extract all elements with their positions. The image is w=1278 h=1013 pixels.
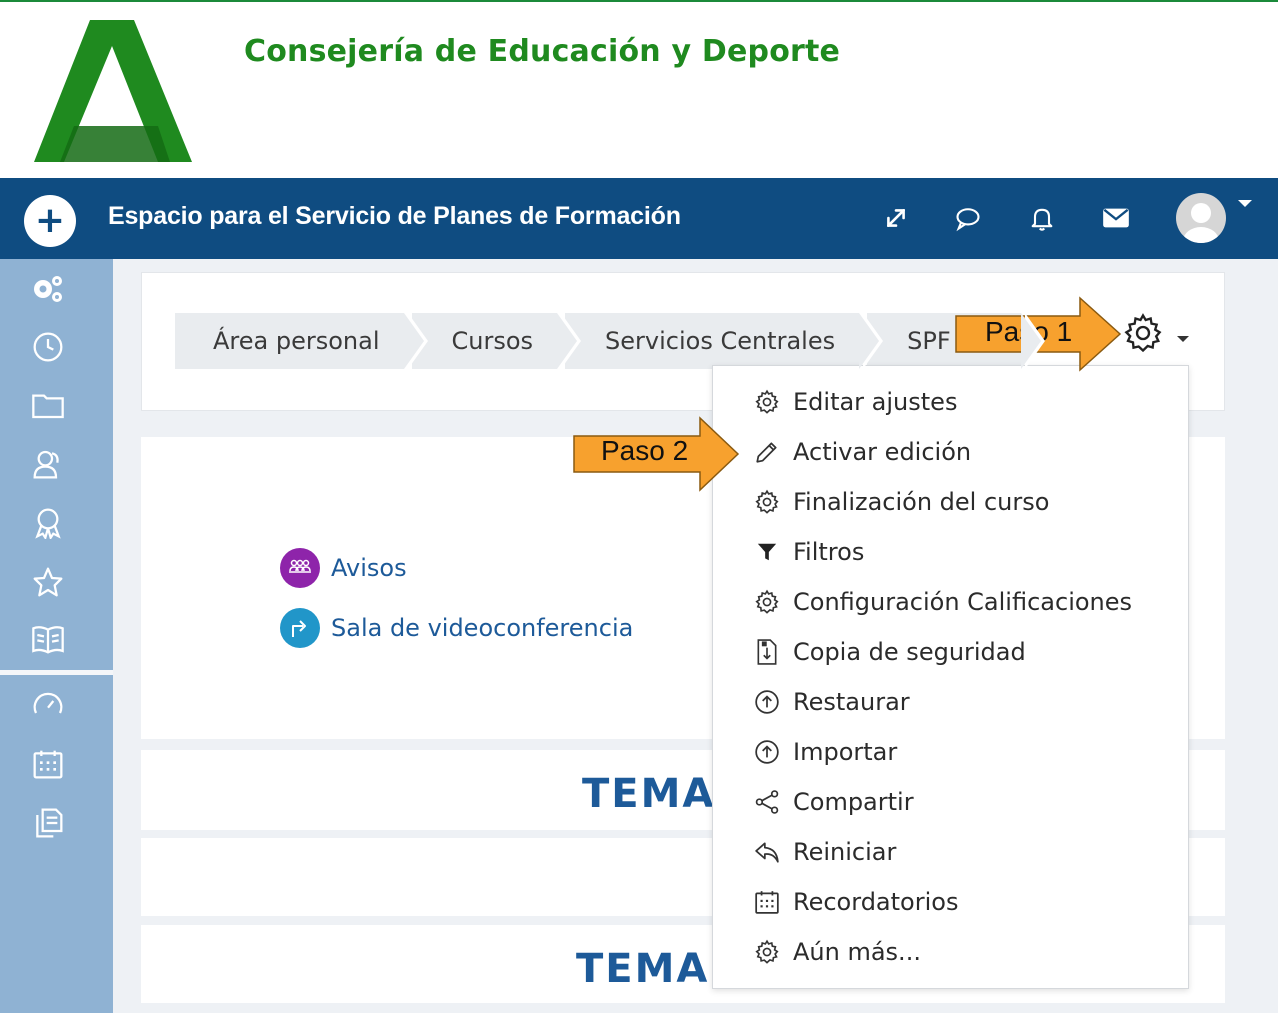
share-icon [753,788,781,816]
menu-item-recordatorios[interactable]: Recordatorios [753,882,958,922]
menu-item-copia-seguridad[interactable]: Copia de seguridad [753,632,1026,672]
expand-icon[interactable] [880,202,912,234]
menu-item-compartir[interactable]: Compartir [753,782,914,822]
menu-item-label: Importar [793,738,898,766]
menu-item-label: Restaurar [793,688,910,716]
pencil-icon [753,438,781,466]
gear-icon [753,588,781,616]
url-arrow-icon [280,608,320,648]
page-header: Consejería de Educación y Deporte [0,0,1278,178]
gear-icon [753,938,781,966]
activity-label[interactable]: Sala de videoconferencia [331,614,633,642]
menu-item-label: Copia de seguridad [793,638,1026,666]
menu-item-reiniciar[interactable]: Reiniciar [753,832,896,872]
upload-circle-icon [753,688,781,716]
left-sidebar [0,259,113,1013]
menu-item-editar-ajustes[interactable]: Editar ajustes [753,382,957,422]
calendar-icon [753,888,781,916]
menu-item-aun-mas[interactable]: Aún más... [753,932,921,972]
site-title[interactable]: Espacio para el Servicio de Planes de Fo… [108,202,681,231]
menu-item-label: Activar edición [793,438,972,466]
section-title[interactable]: TEMA [576,946,709,992]
backup-file-icon [753,638,781,666]
org-title: Consejería de Educación y Deporte [244,34,841,69]
envelope-icon[interactable] [1100,202,1132,234]
book-icon[interactable] [30,621,66,657]
breadcrumb-item-servicios-centrales[interactable]: Servicios Centrales [565,313,884,369]
breadcrumb-item-cursos[interactable]: Cursos [411,313,581,369]
add-button[interactable]: + [24,195,76,247]
breadcrumb-item-area-personal[interactable]: Área personal [175,313,427,369]
gear-icon [753,488,781,516]
users-icon[interactable] [30,446,66,482]
activity-avisos[interactable]: Avisos [280,548,407,588]
folder-icon[interactable] [30,387,66,423]
dashboard-icon[interactable] [30,687,66,723]
menu-item-label: Reiniciar [793,838,897,866]
menu-item-filtros[interactable]: Filtros [753,532,864,572]
star-icon[interactable] [30,564,66,600]
course-settings-gear-icon[interactable] [1122,312,1164,354]
course-actions-menu: Editar ajustes Activar edición Finalizac… [712,365,1189,989]
menu-item-restaurar[interactable]: Restaurar [753,682,910,722]
avatar[interactable] [1176,193,1226,243]
menu-item-label: Editar ajustes [793,388,958,416]
calendar-icon[interactable] [30,746,66,782]
section-title[interactable]: TEMA [582,771,715,817]
activity-videoconferencia[interactable]: Sala de videoconferencia [280,608,633,648]
menu-item-finalizacion-curso[interactable]: Finalización del curso [753,482,1049,522]
reply-icon [753,838,781,866]
chat-icon[interactable] [952,202,984,234]
bell-icon[interactable] [1026,202,1058,234]
gear-icon [753,388,781,416]
callout-step2-label: Paso 2 [601,435,689,466]
chevron-down-icon[interactable] [1177,336,1189,342]
menu-item-activar-edicion[interactable]: Activar edición [753,432,971,472]
files-icon[interactable] [30,805,66,841]
filter-icon [753,538,781,566]
award-icon[interactable] [30,505,66,541]
forum-icon [280,548,320,588]
menu-item-label: Compartir [793,788,914,816]
menu-item-label: Aún más... [793,938,921,966]
user-menu-caret[interactable] [1238,200,1252,207]
menu-item-configuracion-calificaciones[interactable]: Configuración Calificaciones [753,582,1132,622]
sidebar-divider [0,670,113,675]
menu-item-label: Finalización del curso [793,488,1050,516]
cogs-icon[interactable] [30,271,66,307]
activity-label[interactable]: Avisos [331,554,407,582]
clock-icon[interactable] [30,329,66,365]
upload-circle-icon [753,738,781,766]
menu-item-label: Recordatorios [793,888,959,916]
top-navbar: + Espacio para el Servicio de Planes de … [0,178,1278,259]
menu-item-label: Filtros [793,538,865,566]
breadcrumb: Área personal Cursos Servicios Centrales… [175,313,1045,369]
menu-item-importar[interactable]: Importar [753,732,897,772]
junta-andalucia-logo [34,20,192,162]
menu-item-label: Configuración Calificaciones [793,588,1133,616]
